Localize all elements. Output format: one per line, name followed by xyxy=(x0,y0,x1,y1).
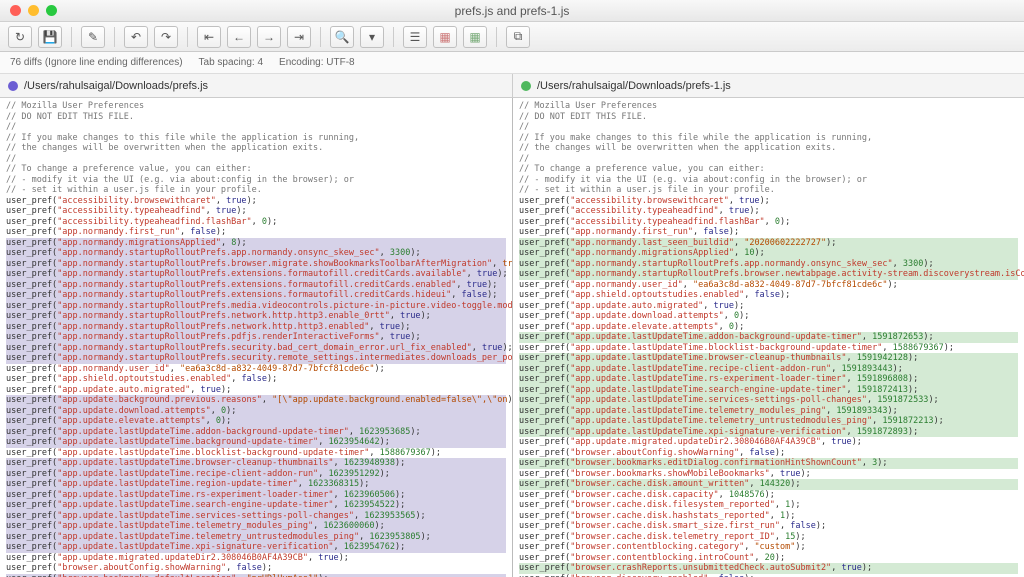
next-diff-icon[interactable]: → xyxy=(257,26,281,48)
right-dot-icon xyxy=(521,81,531,91)
toolbar: ↻ 💾 ✎ ↶ ↷ ⇤ ← → ⇥ 🔍 ▾ ☰ ▦ ▦ ⧉ xyxy=(0,22,1024,52)
left-path-label: /Users/rahulsaigal/Downloads/prefs.js xyxy=(24,80,208,92)
diff-count: 76 diffs (Ignore line ending differences… xyxy=(10,57,183,68)
right-path-label: /Users/rahulsaigal/Downloads/prefs-1.js xyxy=(537,80,731,92)
traffic-lights xyxy=(0,5,57,16)
right-pane[interactable]: // Mozilla User Preferences// DO NOT EDI… xyxy=(512,98,1024,577)
close-button[interactable] xyxy=(10,5,21,16)
path-bar: /Users/rahulsaigal/Downloads/prefs.js /U… xyxy=(0,74,1024,98)
right-file-path[interactable]: /Users/rahulsaigal/Downloads/prefs-1.js xyxy=(512,74,1024,97)
minimize-button[interactable] xyxy=(28,5,39,16)
first-diff-icon[interactable]: ⇤ xyxy=(197,26,221,48)
zoom-icon[interactable]: 🔍 xyxy=(330,26,354,48)
copy-icon[interactable]: ⧉ xyxy=(506,26,530,48)
encoding: Encoding: UTF-8 xyxy=(279,57,355,68)
refresh-icon[interactable]: ↻ xyxy=(8,26,32,48)
diff-area: // Mozilla User Preferences// DO NOT EDI… xyxy=(0,98,1024,577)
undo-icon[interactable]: ↶ xyxy=(124,26,148,48)
last-diff-icon[interactable]: ⇥ xyxy=(287,26,311,48)
window-title: prefs.js and prefs-1.js xyxy=(455,4,570,18)
left-file-path[interactable]: /Users/rahulsaigal/Downloads/prefs.js xyxy=(0,74,512,97)
zoom-dropdown-icon[interactable]: ▾ xyxy=(360,26,384,48)
maximize-button[interactable] xyxy=(46,5,57,16)
highlight-right-icon[interactable]: ▦ xyxy=(463,26,487,48)
brush-icon[interactable]: ✎ xyxy=(81,26,105,48)
left-dot-icon xyxy=(8,81,18,91)
prev-diff-icon[interactable]: ← xyxy=(227,26,251,48)
window-titlebar: prefs.js and prefs-1.js xyxy=(0,0,1024,22)
highlight-left-icon[interactable]: ▦ xyxy=(433,26,457,48)
tab-spacing: Tab spacing: 4 xyxy=(199,57,264,68)
redo-icon[interactable]: ↷ xyxy=(154,26,178,48)
list-view-icon[interactable]: ☰ xyxy=(403,26,427,48)
left-pane[interactable]: // Mozilla User Preferences// DO NOT EDI… xyxy=(0,98,512,577)
status-bar: 76 diffs (Ignore line ending differences… xyxy=(0,52,1024,74)
save-icon[interactable]: 💾 xyxy=(38,26,62,48)
